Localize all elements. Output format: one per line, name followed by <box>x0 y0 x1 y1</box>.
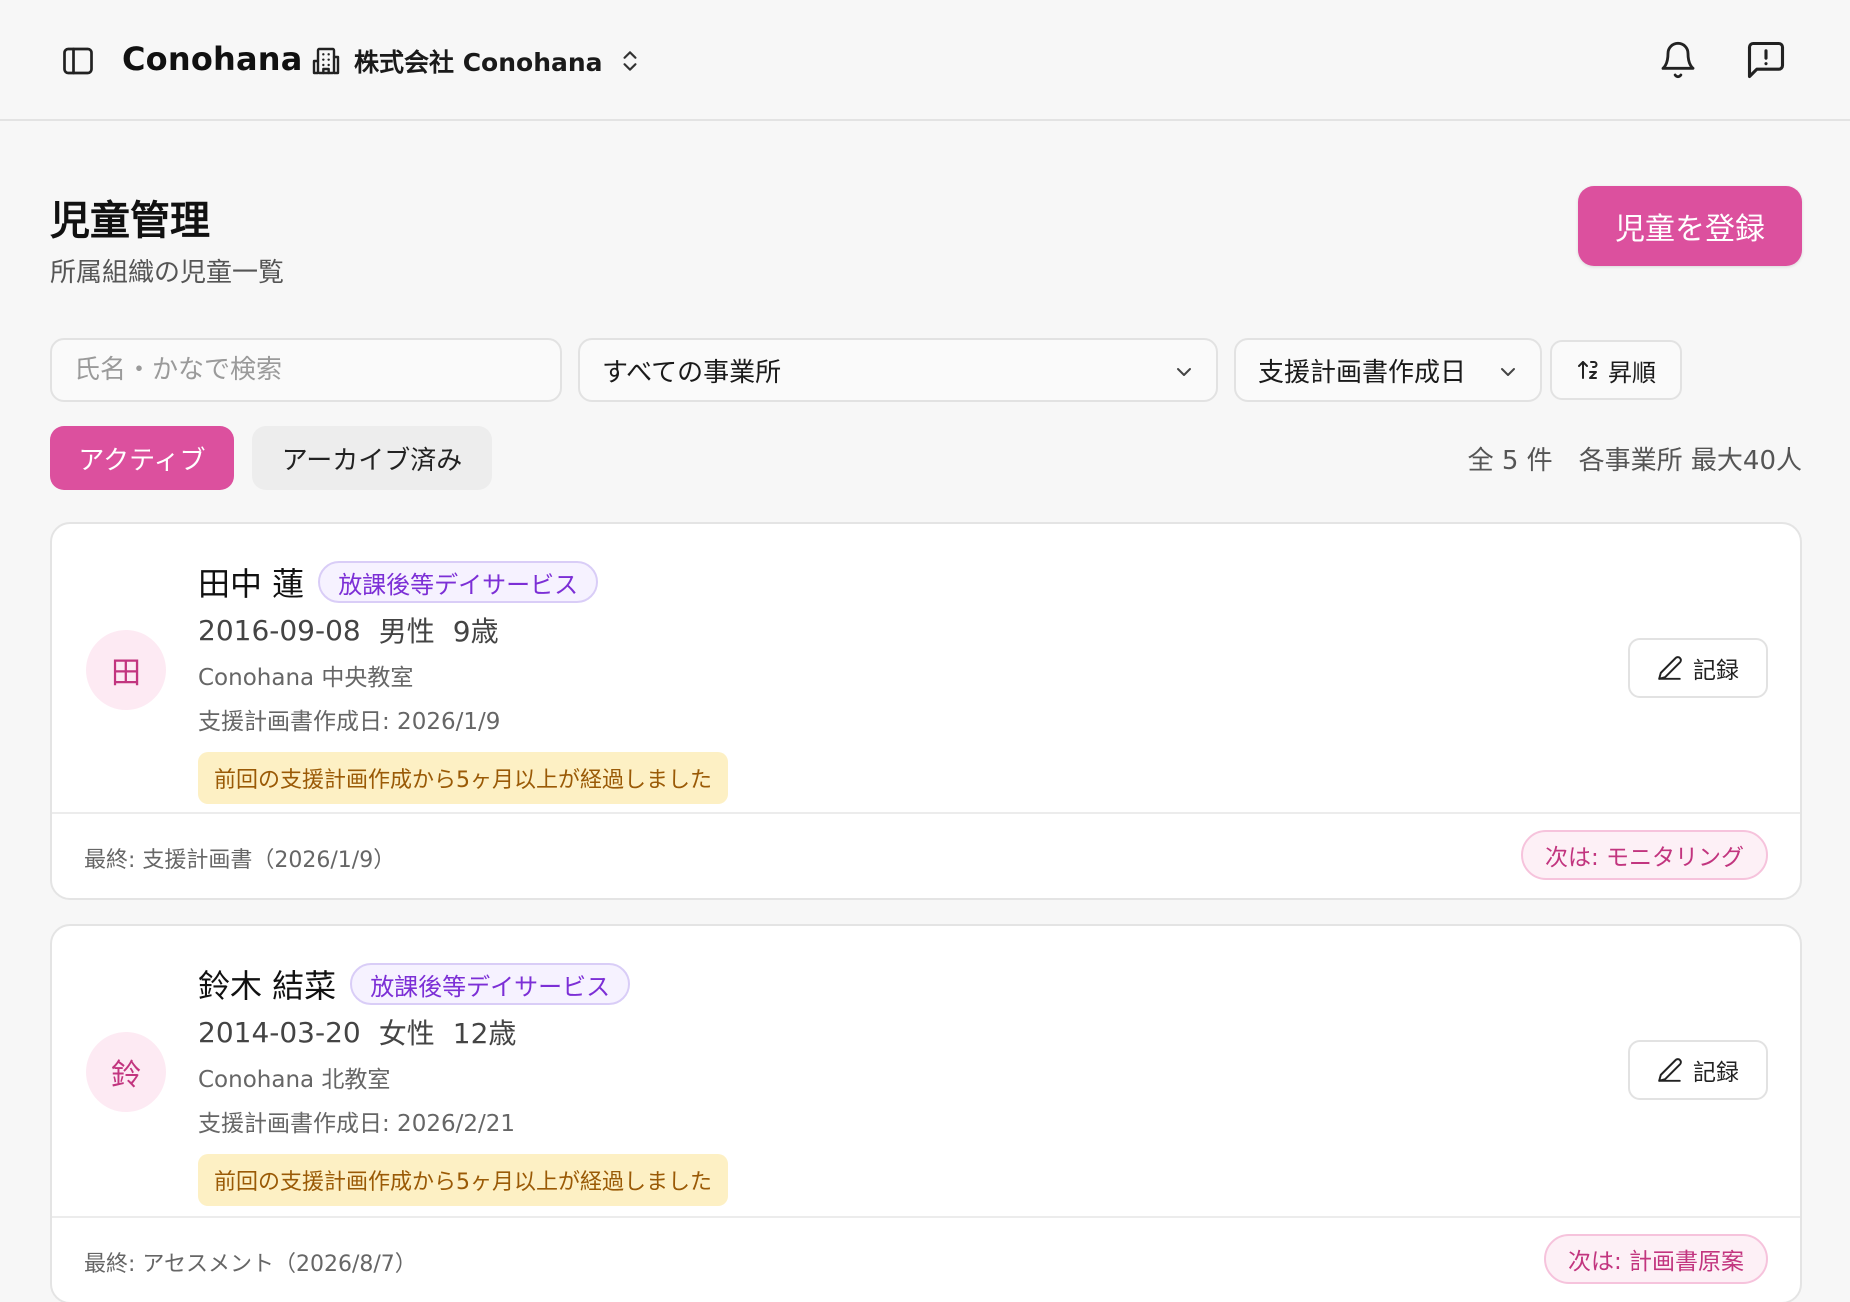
plan-date: 支援計画書作成日: 2026/2/21 <box>198 1111 515 1137</box>
capacity-info: 各事業所 最大40人 <box>1578 446 1802 476</box>
plan-overdue-warning: 前回の支援計画作成から5ヶ月以上が経過しました <box>198 752 728 804</box>
gender: 女性 <box>378 1017 435 1050</box>
chevron-down-icon <box>1496 360 1520 384</box>
sidebar-toggle-icon[interactable] <box>60 43 96 79</box>
gender: 男性 <box>378 615 435 648</box>
building-icon <box>310 45 342 77</box>
avatar: 鈴 <box>86 1032 166 1112</box>
top-bar: Conohana 株式会社 Conohana <box>0 0 1850 121</box>
card-footer: 最終: アセスメント（2026/8/7） 次は: 計画書原案 <box>52 1216 1800 1302</box>
record-button-label: 記録 <box>1693 1060 1739 1086</box>
birthdate: 2016-09-08 <box>198 613 361 647</box>
facility-select-value: すべての事業所 <box>602 357 782 388</box>
sort-select[interactable]: 支援計画書作成日 <box>1234 338 1542 402</box>
organization-switcher[interactable]: 株式会社 Conohana <box>310 39 643 83</box>
chevron-down-icon <box>1172 360 1196 384</box>
record-button-label: 記録 <box>1693 658 1739 684</box>
child-name: 鈴木 結菜 <box>198 967 337 1005</box>
record-button[interactable]: 記録 <box>1628 1040 1768 1100</box>
sort-ascending-icon <box>1576 357 1608 383</box>
brand-name: Conohana <box>122 40 303 78</box>
child-card[interactable]: 田 田中 蓮 放課後等デイサービス 2016-09-08 男性 9歳 Conoh… <box>50 522 1802 900</box>
age: 12歳 <box>452 1017 517 1050</box>
card-footer: 最終: 支援計画書（2026/1/9） 次は: モニタリング <box>52 812 1800 898</box>
birthdate: 2014-03-20 <box>198 1015 361 1049</box>
last-document: 最終: 支援計画書（2026/1/9） <box>84 848 396 873</box>
organization-name: 株式会社 Conohana <box>354 48 603 77</box>
sort-select-value: 支援計画書作成日 <box>1258 357 1467 388</box>
sort-order-label: 昇順 <box>1608 358 1656 387</box>
page-title: 児童管理 <box>50 198 210 244</box>
list-summary: 全 5 件 各事業所 最大40人 <box>1468 440 1802 477</box>
next-step-badge: 次は: モニタリング <box>1520 830 1768 880</box>
record-button[interactable]: 記録 <box>1628 638 1768 698</box>
total-count: 全 5 件 <box>1467 446 1553 476</box>
plan-overdue-warning: 前回の支援計画作成から5ヶ月以上が経過しました <box>198 1154 728 1206</box>
pencil-icon <box>1657 1057 1693 1083</box>
child-info: 鈴木 結菜 放課後等デイサービス 2014-03-20 女性 12歳 Conoh… <box>198 962 728 1206</box>
facility-name: Conohana 北教室 <box>198 1067 391 1093</box>
service-badge: 放課後等デイサービス <box>318 561 599 603</box>
bell-icon[interactable] <box>1658 38 1698 82</box>
next-step-badge: 次は: 計画書原案 <box>1543 1234 1768 1284</box>
child-info: 田中 蓮 放課後等デイサービス 2016-09-08 男性 9歳 Conohan… <box>198 560 728 804</box>
last-document: 最終: アセスメント（2026/8/7） <box>84 1252 417 1277</box>
tab-archived[interactable]: アーカイブ済み <box>252 426 492 490</box>
facility-name: Conohana 中央教室 <box>198 665 414 691</box>
search-input[interactable] <box>50 338 562 402</box>
sort-order-button[interactable]: 昇順 <box>1550 340 1682 400</box>
child-card[interactable]: 鈴 鈴木 結菜 放課後等デイサービス 2014-03-20 女性 12歳 Con… <box>50 924 1802 1302</box>
plan-date: 支援計画書作成日: 2026/1/9 <box>198 709 501 735</box>
page-subtitle: 所属組織の児童一覧 <box>50 258 285 288</box>
register-child-button[interactable]: 児童を登録 <box>1578 186 1802 266</box>
age: 9歳 <box>452 615 499 648</box>
chevrons-up-down-icon <box>617 46 643 76</box>
service-badge: 放課後等デイサービス <box>350 963 631 1005</box>
feedback-icon[interactable] <box>1744 38 1788 82</box>
facility-select[interactable]: すべての事業所 <box>578 338 1218 402</box>
child-name: 田中 蓮 <box>198 565 305 603</box>
pencil-icon <box>1657 655 1693 681</box>
tab-active[interactable]: アクティブ <box>50 426 234 490</box>
avatar: 田 <box>86 630 166 710</box>
